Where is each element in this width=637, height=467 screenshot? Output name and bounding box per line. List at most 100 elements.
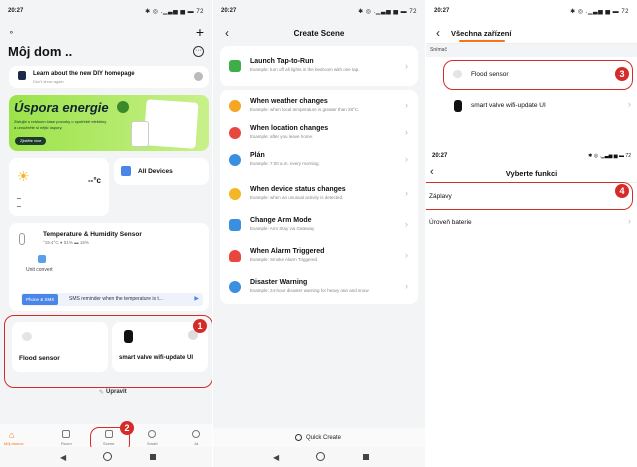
status-icons: ✱ ◎ .▁▃▅ ▅ ▬ 72 <box>358 9 417 15</box>
status-icons: ✱ ◎ .▁▃▅ ▅ ▬ 72 <box>145 9 204 15</box>
scene-option-location[interactable]: When location changes Example: after you … <box>220 119 418 149</box>
home-nav-icon[interactable] <box>103 452 112 461</box>
close-icon[interactable] <box>194 72 203 81</box>
step-badge-2: 2 <box>120 421 134 435</box>
back-nav-icon[interactable]: ◀ <box>273 453 279 462</box>
system-nav-bar: ◀ <box>213 447 425 467</box>
scene-option-sub: Example: turn off all lights in the bedr… <box>250 67 360 72</box>
unit-convert-icon[interactable] <box>38 255 46 263</box>
scene-option-sub: Example: when local temperature is great… <box>250 107 360 112</box>
recents-nav-icon[interactable] <box>150 454 156 460</box>
system-nav-bar: ◀ <box>0 447 212 467</box>
scene-option-title: When weather changes <box>250 98 328 105</box>
status-icons: ✱ ◎ .▁▃▅ ▅ ▬ 72 <box>570 9 629 15</box>
create-scene-screen: 20:27 ✱ ◎ .▁▃▅ ▅ ▬ 72 ‹ Create Scene Lau… <box>213 0 425 467</box>
diy-card[interactable]: Learn about the new DIY homepage Don't s… <box>9 66 209 88</box>
chevron-right-icon: › <box>405 61 408 71</box>
sensor-title: Temperature & Humidity Sensor <box>43 231 142 238</box>
scene-option-alarm[interactable]: When Alarm Triggered Example: Smoke Alarm… <box>220 242 418 272</box>
chevron-right-icon: › <box>405 100 408 110</box>
active-tab-indicator <box>459 40 505 42</box>
all-devices-label: All Devices <box>138 168 173 175</box>
smart-tab-icon[interactable] <box>148 430 156 438</box>
status-time: 20:27 <box>432 153 448 159</box>
back-nav-icon[interactable]: ◀ <box>60 453 66 462</box>
clock-icon <box>229 154 241 166</box>
weather-icon <box>229 100 241 112</box>
weather-dash <box>17 198 21 199</box>
highlight-ring <box>443 60 633 90</box>
highlight-ring <box>4 315 212 388</box>
launch-card[interactable]: Launch Tap-to-Run Example: turn off all … <box>220 46 418 86</box>
thermometer-icon <box>19 233 25 245</box>
home-tab-icon[interactable]: ⌂ <box>9 430 14 440</box>
weather-temp: --°c <box>88 176 101 185</box>
sensor-values: °19.4°C ● 51% ▬ 16% <box>43 240 89 245</box>
me-tab-icon[interactable] <box>192 430 200 438</box>
highlight-ring <box>426 182 633 210</box>
leaf-icon <box>117 101 129 113</box>
banner-title: Úspora energie <box>14 100 109 115</box>
sensor-card[interactable]: Temperature & Humidity Sensor °19.4°C ● … <box>9 223 209 311</box>
scene-option-weather[interactable]: When weather changes Example: when local … <box>220 92 418 122</box>
chevron-right-icon: › <box>405 154 408 164</box>
tab-home[interactable]: Môj domov <box>4 441 24 446</box>
quick-create-icon <box>295 434 302 441</box>
room-tab-icon[interactable] <box>62 430 70 438</box>
status-bar: 20:27 ✱ ◎ .▁▃▅ ▅ ▬ 72 <box>426 0 637 22</box>
energy-banner[interactable]: Úspora energie Zistujte s reálnom čase p… <box>9 95 209 151</box>
scene-option-title: Launch Tap-to-Run <box>250 58 314 65</box>
all-devices-card[interactable]: All Devices <box>114 158 209 185</box>
tablet-image <box>143 99 199 149</box>
back-icon[interactable]: ‹ <box>436 26 440 40</box>
weather-card[interactable]: ☀ --°c <box>9 158 109 216</box>
home-nav-icon[interactable] <box>316 452 325 461</box>
quick-create-button[interactable]: Quick Create <box>213 428 425 448</box>
sun-icon: ☀ <box>17 168 30 184</box>
function-label: Úroveň baterie <box>429 219 472 226</box>
add-icon[interactable]: + <box>196 24 204 40</box>
scene-option-device-status[interactable]: When device status changes Example: when … <box>220 180 418 210</box>
function-row-battery[interactable]: Úroveň baterie › <box>426 210 637 234</box>
scene-option-schedule[interactable]: Plán Example: 7:00 a.m. every morning. › <box>220 146 418 176</box>
function-panel: 20:27 ✱ ◎ .▁▃▅ ▅ ▬ 72 ‹ Vyberte funkci Z… <box>426 150 637 270</box>
diy-icon <box>18 71 26 80</box>
scene-option-title: When device status changes <box>250 186 346 193</box>
alarm-bell-icon <box>229 250 241 262</box>
chevron-right-icon: › <box>405 188 408 198</box>
menu-icon[interactable]: ⚬ <box>8 28 15 37</box>
phone-image <box>131 121 149 147</box>
status-time: 20:27 <box>434 8 450 14</box>
device-name: smart valve wifi-update UI <box>471 102 546 109</box>
play-icon: ▶ <box>194 296 199 302</box>
function-title: Vyberte funkci <box>505 169 558 178</box>
scene-option-title: When Alarm Triggered <box>250 248 325 255</box>
more-icon[interactable]: ··· <box>193 46 204 57</box>
diy-title: Learn about the new DIY homepage <box>33 71 135 77</box>
diy-dismiss[interactable]: Don't show again <box>33 79 64 84</box>
sms-row[interactable]: Phone & SMS SMS reminder when the temper… <box>21 293 203 306</box>
weather-dash <box>17 206 21 207</box>
tab-room[interactable]: Room <box>61 441 72 446</box>
scene-option-title: When location changes <box>250 125 329 132</box>
device-row-valve[interactable]: smart valve wifi-update UI › <box>426 92 637 120</box>
scene-option-arm-mode[interactable]: Change Arm Mode Example: Arm Stay via Gat… <box>220 211 418 241</box>
device-select-screen: 20:27 ✱ ◎ .▁▃▅ ▅ ▬ 72 ‹ Všechna zařízení… <box>426 0 637 467</box>
scene-option-disaster[interactable]: Disaster Warning Example: 24-hour disaste… <box>220 273 418 303</box>
edit-link[interactable]: Upravit <box>106 389 127 395</box>
quick-create-label: Quick Create <box>306 435 342 441</box>
tab-all-devices[interactable]: Všechna zařízení <box>451 29 511 38</box>
step-badge-3: 3 <box>615 67 629 81</box>
bulb-icon <box>229 188 241 200</box>
valve-icon <box>454 100 462 112</box>
step-badge-4: 4 <box>615 184 629 198</box>
tab-me[interactable]: Ja <box>194 441 198 446</box>
home-screen: 20:27 ✱ ◎ .▁▃▅ ▅ ▬ 72 ⚬ + Môj dom .. ···… <box>0 0 212 467</box>
unit-convert-label[interactable]: Unit convert <box>26 267 53 273</box>
recents-nav-icon[interactable] <box>363 454 369 460</box>
tab-smart[interactable]: Smart <box>147 441 158 446</box>
section-header: Snímač <box>426 44 637 57</box>
banner-button[interactable]: Zjistěte více <box>15 137 47 145</box>
home-title[interactable]: Môj dom .. <box>8 44 72 59</box>
sms-tag: Phone & SMS <box>22 294 59 305</box>
